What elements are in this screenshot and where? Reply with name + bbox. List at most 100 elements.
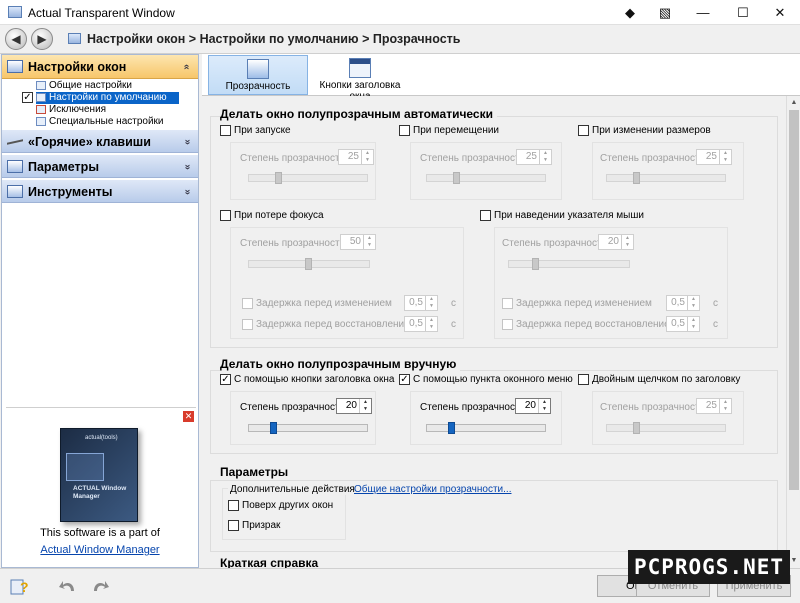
hotkeys-icon	[7, 133, 23, 145]
watermark: PCPROGS.NET	[628, 550, 790, 584]
double-click-checkbox[interactable]: Двойным щелчком по заголовку	[578, 374, 740, 386]
content-scrollbar[interactable]: ▲ ▼	[786, 96, 800, 568]
chevron-up-icon: »	[181, 64, 193, 70]
promo-text: This software is a part of	[40, 527, 160, 539]
spin-label: Степень прозрачности	[240, 402, 346, 413]
tree-item-label: Общие настройки	[49, 80, 132, 91]
on-resize-slider[interactable]	[606, 172, 726, 184]
on-move-checkbox[interactable]: При перемещении	[399, 125, 499, 137]
help-icon[interactable]: ?	[10, 577, 30, 595]
minimize-button[interactable]: —	[683, 0, 723, 25]
default-settings-checkbox[interactable]: ✓	[22, 92, 33, 103]
spin-label: Степень прозрачности	[600, 402, 706, 413]
sidebar-section-tools[interactable]: Инструменты »	[2, 179, 198, 203]
windows-settings-icon	[7, 60, 23, 73]
focus-delay-restore-checkbox[interactable]: Задержка перед восстановлением	[242, 319, 417, 331]
on-start-slider[interactable]	[248, 172, 368, 184]
spin-label: Степень прозрачности	[420, 402, 526, 413]
options-icon	[7, 160, 23, 173]
always-on-top-checkbox[interactable]: Поверх других окон	[228, 500, 333, 512]
back-button[interactable]: ◀	[5, 28, 27, 50]
on-move-slider[interactable]	[426, 172, 546, 184]
on-hover-spinner[interactable]: 20 ▲ ▼	[598, 234, 634, 250]
navigation-bar: ◀ ▶ Настройки окон > Настройки по умолча…	[0, 26, 800, 54]
unit-seconds: с	[451, 298, 456, 309]
tree-item-exclusions[interactable]: Исключения	[36, 104, 106, 116]
divider	[6, 407, 196, 408]
brief-help-title: Краткая справка	[220, 556, 323, 568]
window-icon	[68, 33, 81, 44]
on-start-spinner[interactable]: 25 ▲ ▼	[338, 149, 374, 165]
menu-item-checkbox[interactable]: ✓ С помощью пункта оконного меню	[399, 374, 573, 386]
focus-delay-change-spinner[interactable]: 0,5 ▲ ▼	[404, 295, 438, 311]
transparency-icon	[247, 59, 269, 79]
unit-seconds: с	[713, 319, 718, 330]
sidebar: Настройки окон » Общие настройки ✓ Настр…	[1, 54, 199, 568]
tab-transparency[interactable]: Прозрачность	[208, 55, 308, 95]
product-box-title: ACTUAL Window Manager	[73, 485, 127, 500]
tab-label: Прозрачность	[225, 81, 291, 92]
title-button-checkbox[interactable]: ✓ С помощью кнопки заголовка окна	[220, 374, 394, 386]
hover-delay-change-spinner[interactable]: 0,5 ▲ ▼	[666, 295, 700, 311]
extra-actions-label: Дополнительные действия	[228, 484, 357, 495]
sidebar-section-options[interactable]: Параметры »	[2, 154, 198, 178]
focus-delay-change-checkbox[interactable]: Задержка перед изменением	[242, 298, 392, 310]
spin-label: Степень прозрачности	[240, 153, 346, 164]
scroll-up-icon[interactable]: ▲	[787, 96, 800, 110]
menu-item-slider[interactable]	[426, 422, 546, 434]
product-box-brand: actual(tools)	[85, 435, 118, 441]
ghost-checkbox[interactable]: Призрак	[228, 520, 280, 532]
sidebar-section-label: Настройки окон	[28, 60, 127, 74]
scroll-thumb[interactable]	[789, 110, 799, 490]
parameters-group-title: Параметры	[220, 465, 293, 479]
on-focus-loss-spinner[interactable]: 50 ▲ ▼	[340, 234, 376, 250]
on-focus-loss-checkbox[interactable]: При потере фокуса	[220, 210, 324, 222]
tools-icon	[7, 185, 23, 198]
close-button[interactable]: ✕	[760, 0, 800, 25]
close-promo-icon[interactable]: ✕	[183, 411, 194, 422]
title-button-slider[interactable]	[248, 422, 368, 434]
title-button-spinner[interactable]: 20 ▲ ▼	[336, 398, 372, 414]
on-start-checkbox[interactable]: При запуске	[220, 125, 291, 137]
on-hover-checkbox[interactable]: При наведении указателя мыши	[480, 210, 644, 222]
on-hover-slider[interactable]	[508, 258, 630, 270]
general-transparency-link[interactable]: Общие настройки прозрачности...	[354, 484, 511, 495]
hover-delay-change-checkbox[interactable]: Задержка перед изменением	[502, 298, 652, 310]
menu-item-spinner[interactable]: 20 ▲ ▼	[515, 398, 551, 414]
hover-delay-restore-checkbox[interactable]: Задержка перед восстановлением	[502, 319, 677, 331]
forward-button[interactable]: ▶	[31, 28, 53, 50]
tree-item-defaults[interactable]: Настройки по умолчанию	[36, 92, 179, 104]
promo-link[interactable]: Actual Window Manager	[2, 544, 198, 556]
double-click-spinner[interactable]: 25 ▲ ▼	[696, 398, 732, 414]
sidebar-section-label: Инструменты	[28, 185, 113, 199]
settings-icon	[36, 81, 46, 90]
spin-label: Степень прозрачности	[502, 238, 608, 249]
breadcrumb: Настройки окон > Настройки по умолчанию …	[87, 32, 461, 46]
focus-delay-restore-spinner[interactable]: 0,5 ▲ ▼	[404, 316, 438, 332]
tab-title-buttons[interactable]: Кнопки заголовка окна	[310, 55, 410, 102]
app-icon	[8, 6, 22, 18]
on-focus-loss-slider[interactable]	[248, 258, 370, 270]
sidebar-section-window-settings[interactable]: Настройки окон »	[2, 55, 198, 79]
hover-delay-restore-spinner[interactable]: 0,5 ▲ ▼	[666, 316, 700, 332]
tree-item-special[interactable]: Специальные настройки	[36, 116, 164, 128]
spin-label: Степень прозрачности	[420, 153, 526, 164]
tree-item-general[interactable]: Общие настройки	[36, 80, 132, 92]
double-click-slider[interactable]	[606, 422, 726, 434]
on-resize-spinner[interactable]: 25 ▲ ▼	[696, 149, 732, 165]
redo-icon[interactable]	[90, 577, 110, 595]
svg-text:?: ?	[20, 579, 29, 595]
tree-item-label: Настройки по умолчанию	[49, 92, 167, 103]
undo-icon[interactable]	[58, 577, 78, 595]
tree-item-label: Специальные настройки	[49, 116, 164, 127]
special-mode-icon[interactable]: ▧	[645, 0, 685, 25]
sidebar-section-hotkeys[interactable]: «Горячие» клавиши »	[2, 129, 198, 153]
on-resize-checkbox[interactable]: При изменении размеров	[578, 125, 711, 137]
extra-actions-frame	[222, 488, 346, 540]
chevron-down-icon: »	[182, 164, 194, 170]
on-move-spinner[interactable]: 25 ▲ ▼	[516, 149, 552, 165]
exclusion-icon	[36, 105, 46, 114]
maximize-button[interactable]: ☐	[723, 0, 763, 25]
window-title: Actual Transparent Window	[28, 6, 175, 20]
pin-icon[interactable]: ◆	[610, 0, 650, 25]
